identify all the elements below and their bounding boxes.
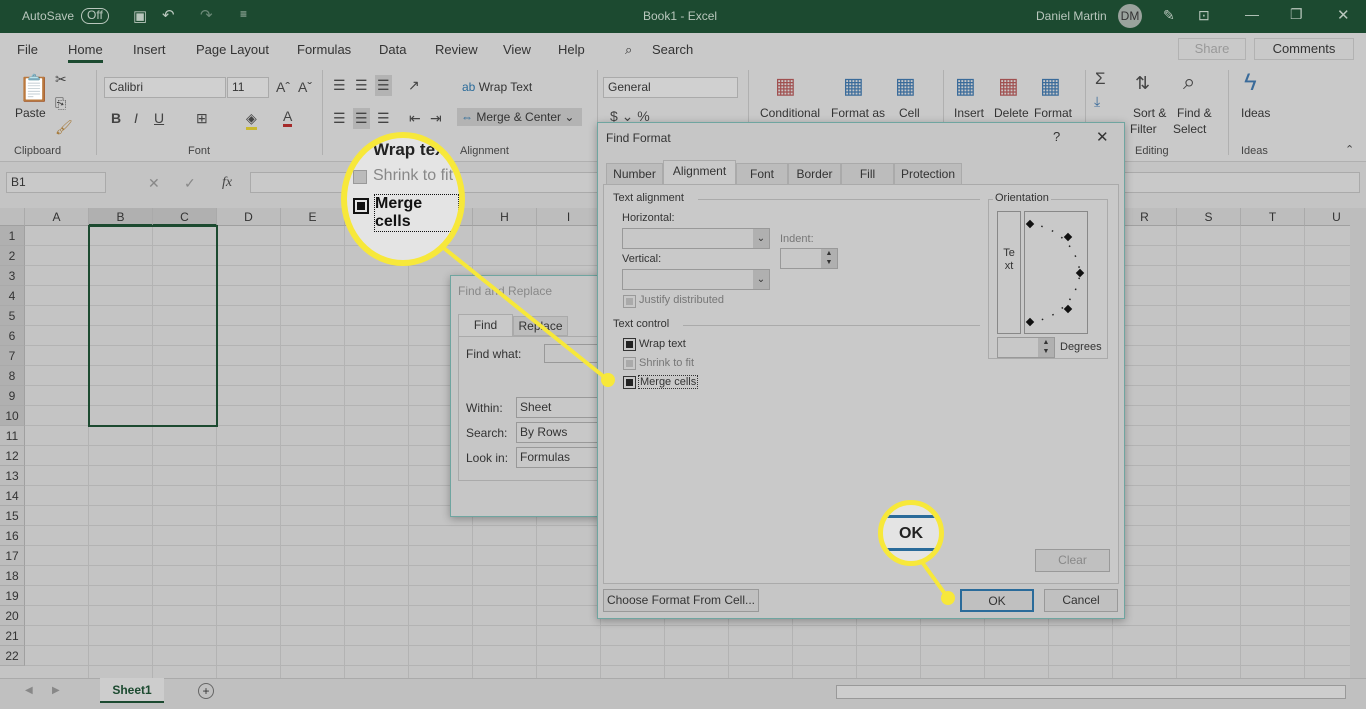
callout-lines bbox=[438, 243, 955, 605]
callout-dot-merge bbox=[601, 373, 615, 387]
magnifier-wrap-text: Wrap text bbox=[373, 140, 451, 159]
callout-dot-ok bbox=[941, 591, 955, 605]
magnifier-callout: Wrap text Shrink to fit Merge cells bbox=[341, 132, 465, 266]
magnifier-merge: Merge cells bbox=[374, 194, 459, 232]
magnifier-shrink: Shrink to fit bbox=[373, 167, 454, 184]
callout-line-merge bbox=[438, 243, 610, 382]
ok-zoom-label: OK bbox=[899, 525, 923, 542]
ok-zoom-callout: OK bbox=[878, 500, 944, 566]
